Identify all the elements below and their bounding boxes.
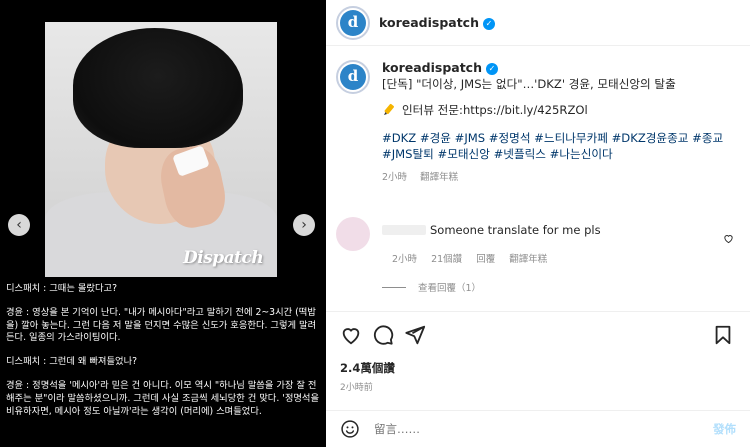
hashtags: #DKZ #경윤 #JMS #정명석 #느티나무카페 #DKZ경윤종교 #종교 … [382, 130, 723, 162]
caption-username-link[interactable]: koreadispatch ✓ [382, 60, 723, 76]
reply-button[interactable]: 回覆 [476, 254, 495, 265]
comment-meta: 2小時 21個讚 回覆 翻譯年糕 [392, 251, 558, 265]
caption-meta: 2小時 翻譯年糕 [382, 170, 723, 186]
post-photo: Dispatch [45, 22, 277, 277]
prev-slide-button[interactable]: ‹ [8, 214, 30, 236]
chevron-right-icon: › [301, 217, 307, 233]
article-paragraph: 디스패치 : 그때는 몰랐다고? [6, 283, 118, 294]
action-bar: 2.4萬個讚 2小時前 [326, 311, 750, 401]
avatar[interactable]: d [336, 5, 370, 40]
emoji-icon[interactable] [340, 419, 360, 439]
post-side-panel: d koreadispatch ✓ d koreadispatch ✓ [단독] "… [326, 0, 750, 447]
post-comment-button[interactable]: 發佈 [713, 421, 736, 437]
heart-icon[interactable] [340, 324, 362, 346]
chevron-left-icon: ‹ [16, 217, 22, 233]
comment-likes[interactable]: 21個讚 [431, 254, 462, 265]
view-replies-button[interactable]: 查看回覆（1） [382, 280, 481, 294]
avatar-logo: d [340, 9, 366, 36]
translate-link[interactable]: 翻譯年糕 [420, 172, 458, 183]
likes-count[interactable]: 2.4萬個讚 [340, 360, 395, 376]
comment-icon[interactable] [372, 324, 394, 346]
comment-text: Someone translate for me pls [430, 223, 601, 237]
link-prefix: 인터뷰 전문: [402, 103, 463, 117]
comment-input[interactable] [374, 422, 674, 436]
post-dialog: Dispatch ‹ › 디스패치 : 그때는 몰랐다고? 경윤 : 영상을 본… [0, 0, 750, 447]
commenter-username-blurred[interactable] [382, 225, 426, 235]
verified-icon: ✓ [485, 63, 498, 75]
view-replies-label: 查看回覆（1） [418, 283, 482, 294]
caption-time: 2小時 [382, 172, 408, 183]
hashtag-line[interactable]: #DKZ #경윤 #JMS #정명석 #느티나무카페 #DKZ경윤종교 #종교 [382, 130, 723, 146]
post-header: d koreadispatch ✓ [326, 0, 750, 46]
username-text: koreadispatch [379, 15, 479, 30]
verified-icon: ✓ [482, 18, 495, 30]
article-paragraph: 경윤 : 정명석을 '메시아'라 믿은 건 아니다. 이모 역시 "하나님 말씀… [6, 379, 320, 417]
post-time: 2小時前 [340, 383, 373, 393]
caption-link-line: 인터뷰 전문: https://bit.ly/425RZOl [382, 102, 723, 118]
share-icon[interactable] [404, 324, 426, 346]
avatar-logo: d [340, 64, 366, 90]
hair-shape [73, 28, 243, 148]
caption-headline: [단독] "더이상, JMS는 없다"…'DKZ' 경윤, 모태신앙의 탈출 [382, 77, 676, 91]
article-paragraph: 경윤 : 영상을 본 기억이 난다. "내가 메시아다"라고 말하기 전에 2~… [6, 306, 317, 344]
username-text: koreadispatch [382, 60, 482, 75]
caption-body: koreadispatch ✓ [단독] "더이상, JMS는 없다"…'DKZ'… [382, 60, 723, 186]
media-panel: Dispatch ‹ › 디스패치 : 그때는 몰랐다고? 경윤 : 영상을 본… [0, 0, 326, 447]
username-link[interactable]: koreadispatch ✓ [379, 15, 495, 30]
hashtag-line[interactable]: #JMS탈퇴 #모태신앙 #넷플릭스 #나는신이다 [382, 146, 723, 162]
caption: d koreadispatch ✓ [단독] "더이상, JMS는 없다"…'DK… [336, 60, 740, 186]
next-slide-button[interactable]: › [293, 214, 315, 236]
pencil-emoji-icon [384, 103, 394, 115]
article-link[interactable]: https://bit.ly/425RZOl [463, 102, 588, 118]
bookmark-icon[interactable] [712, 324, 734, 346]
article-text: 디스패치 : 그때는 몰랐다고? 경윤 : 영상을 본 기억이 난다. "내가 … [6, 283, 322, 429]
comment-item: Someone translate for me pls 2小時 21個讚 回覆… [336, 217, 740, 265]
divider [382, 286, 406, 288]
commenter-avatar[interactable] [336, 217, 370, 251]
caption-avatar[interactable]: d [336, 60, 370, 94]
dispatch-watermark: Dispatch [183, 248, 264, 268]
add-comment-bar: 發佈 [326, 410, 750, 447]
heart-icon[interactable] [723, 233, 734, 244]
article-paragraph: 디스패치 : 그런데 왜 빠져들었나? [6, 356, 138, 368]
comment-time: 2小時 [392, 254, 418, 265]
translate-link[interactable]: 翻譯年糕 [509, 254, 547, 265]
